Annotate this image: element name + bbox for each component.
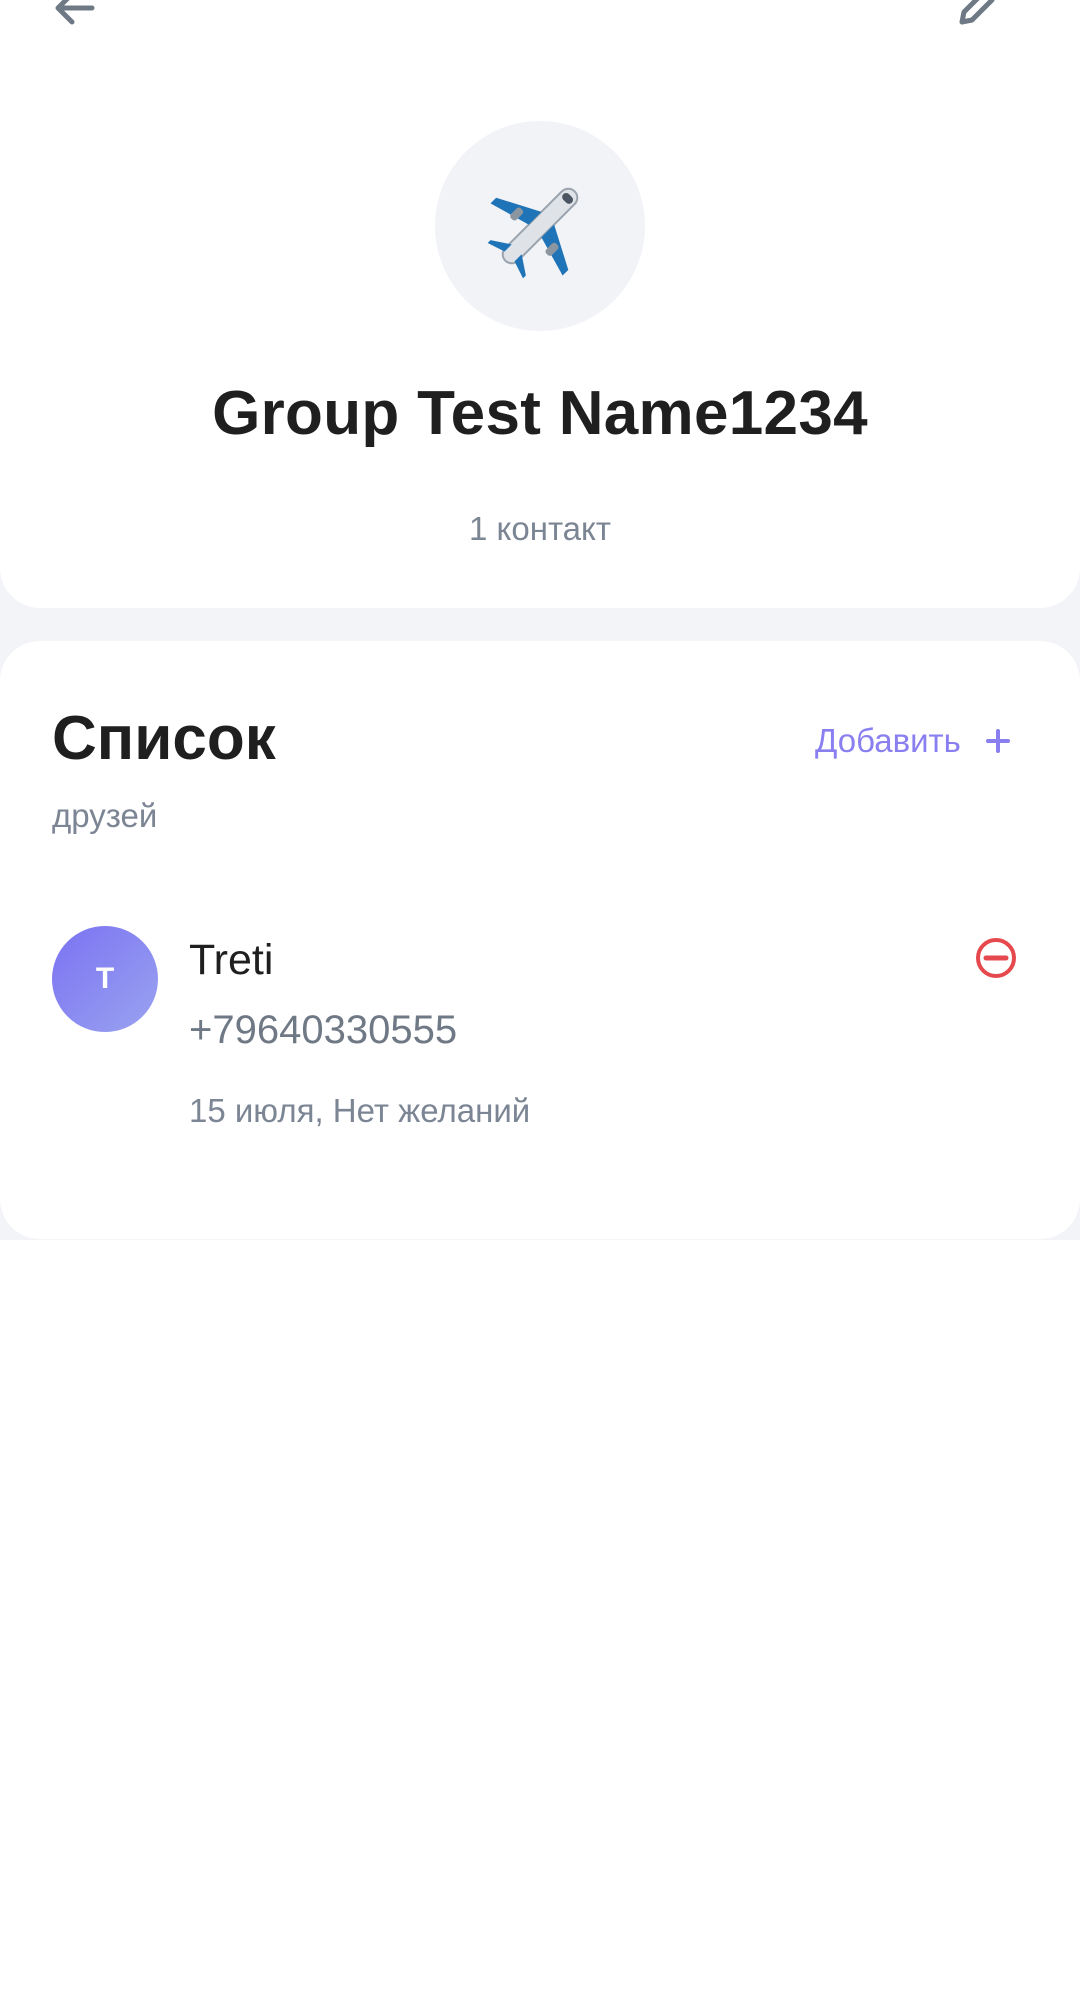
group-avatar bbox=[435, 121, 645, 331]
contact-avatar: T bbox=[52, 926, 158, 1032]
contact-phone: +79640330555 bbox=[189, 1008, 458, 1052]
add-contact-button[interactable]: Добавить bbox=[815, 719, 1011, 763]
group-name: Group Test Name1234 bbox=[212, 379, 868, 448]
pencil-icon bbox=[959, 0, 995, 25]
group-header-card: Group Test Name1234 1 контакт bbox=[0, 0, 1080, 608]
group-details-screen: Group Test Name1234 1 контакт Список дру… bbox=[0, 0, 1080, 1994]
contact-meta: 15 июля, Нет желаний bbox=[189, 1092, 531, 1129]
plus-icon bbox=[985, 729, 1010, 753]
remove-contact-button[interactable] bbox=[972, 934, 1020, 982]
airplane-icon bbox=[487, 187, 579, 279]
contact-count: 1 контакт bbox=[469, 510, 611, 547]
minus-circle-icon bbox=[976, 938, 1016, 978]
friends-list-card: Список друзей Добавить T Treti +79640330… bbox=[0, 641, 1080, 1239]
list-subtitle: друзей bbox=[52, 797, 158, 834]
empty-area bbox=[0, 1240, 1080, 1994]
edit-button[interactable] bbox=[948, 0, 1004, 32]
contact-name: Treti bbox=[189, 936, 274, 984]
arrow-left-icon bbox=[55, 0, 95, 25]
list-title: Список bbox=[52, 704, 276, 773]
back-button[interactable] bbox=[44, 0, 104, 32]
contact-row[interactable]: T Treti +79640330555 15 июля, Нет желани… bbox=[0, 926, 1080, 1166]
add-button-label: Добавить bbox=[815, 722, 961, 759]
